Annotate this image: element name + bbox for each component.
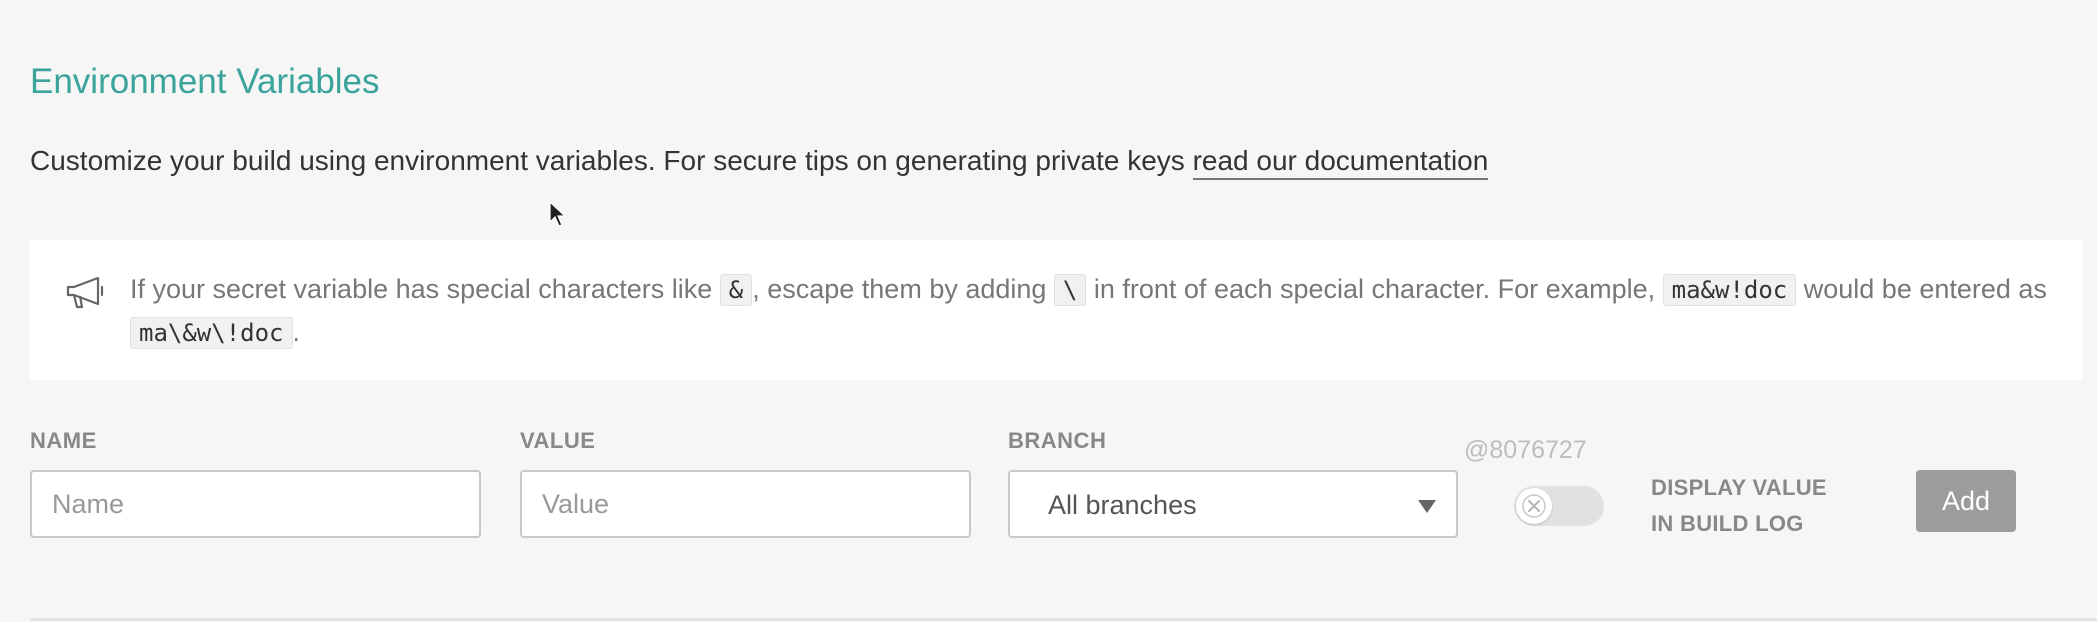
toggle-knob: [1516, 488, 1552, 524]
display-value-toggle[interactable]: [1514, 486, 1604, 526]
megaphone-icon: [66, 276, 104, 309]
notice-message: If your secret variable has special char…: [130, 268, 2050, 354]
intro-text: Customize your build using environment v…: [30, 145, 1193, 176]
mouse-cursor-icon: [549, 200, 567, 227]
environment-variables-page: Environment Variables Customize your bui…: [0, 0, 2097, 622]
code-example: ma&w!doc: [1662, 274, 1797, 306]
documentation-link[interactable]: read our documentation: [1192, 145, 1489, 180]
branch-selected-value: All branches: [1048, 490, 1197, 520]
name-label: NAME: [30, 428, 97, 453]
notice-text: .: [292, 317, 301, 347]
watermark: @8076727: [1464, 436, 1587, 464]
notice-text: in front of each special character. For …: [1086, 274, 1663, 304]
code-backslash: \: [1053, 274, 1087, 306]
notice-text: would be entered as: [1796, 274, 2047, 304]
notice-text: If your secret variable has special char…: [130, 274, 720, 304]
special-characters-notice: If your secret variable has special char…: [30, 240, 2082, 380]
add-button[interactable]: Add: [1916, 470, 2016, 532]
notice-text: , escape them by adding: [752, 274, 1054, 304]
code-ampersand: &: [719, 274, 753, 306]
branch-label: BRANCH: [1008, 428, 1107, 453]
branch-select[interactable]: All branches: [1008, 470, 1458, 538]
value-label: VALUE: [520, 428, 596, 453]
chevron-down-icon: [1418, 500, 1436, 513]
divider: [30, 618, 2097, 621]
code-escaped-example: ma\&w\!doc: [130, 317, 293, 349]
section-description: Customize your build using environment v…: [30, 145, 1489, 180]
name-input[interactable]: [30, 470, 481, 538]
display-value-label: DISPLAY VALUE IN BUILD LOG: [1651, 475, 1827, 536]
value-input[interactable]: [520, 470, 971, 538]
close-icon: [1522, 494, 1546, 518]
section-title: Environment Variables: [30, 62, 380, 101]
